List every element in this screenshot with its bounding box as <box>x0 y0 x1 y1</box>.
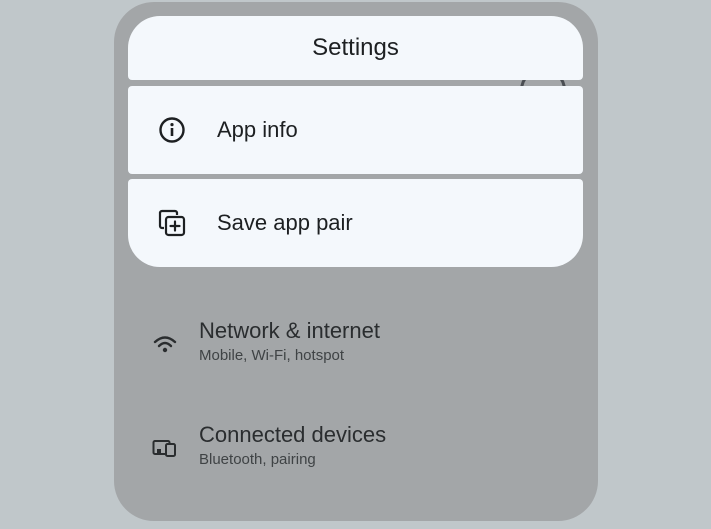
settings-item-subtitle: Mobile, Wi-Fi, hotspot <box>199 347 345 364</box>
menu-header: Settings <box>128 16 583 80</box>
save-app-pair-icon <box>157 208 187 238</box>
settings-item-title: Network & internet <box>199 318 380 343</box>
menu-title: Settings <box>312 34 399 61</box>
info-icon <box>157 115 187 145</box>
menu-item-label: Save app pair <box>217 210 353 235</box>
menu-item-label: App info <box>217 117 298 142</box>
settings-item-subtitle: Bluetooth, pairing <box>199 451 316 468</box>
app-info-menu-item[interactable]: App info <box>128 86 583 174</box>
connected-devices-icon <box>152 435 178 461</box>
save-app-pair-menu-item[interactable]: Save app pair <box>128 179 583 267</box>
settings-item-title: Connected devices <box>199 422 387 447</box>
settings-item-network[interactable]: Network & internet Mobile, Wi-Fi, hotspo… <box>152 318 380 366</box>
settings-item-connected-devices[interactable]: Connected devices Bluetooth, pairing <box>152 422 386 470</box>
wifi-icon <box>152 331 178 357</box>
